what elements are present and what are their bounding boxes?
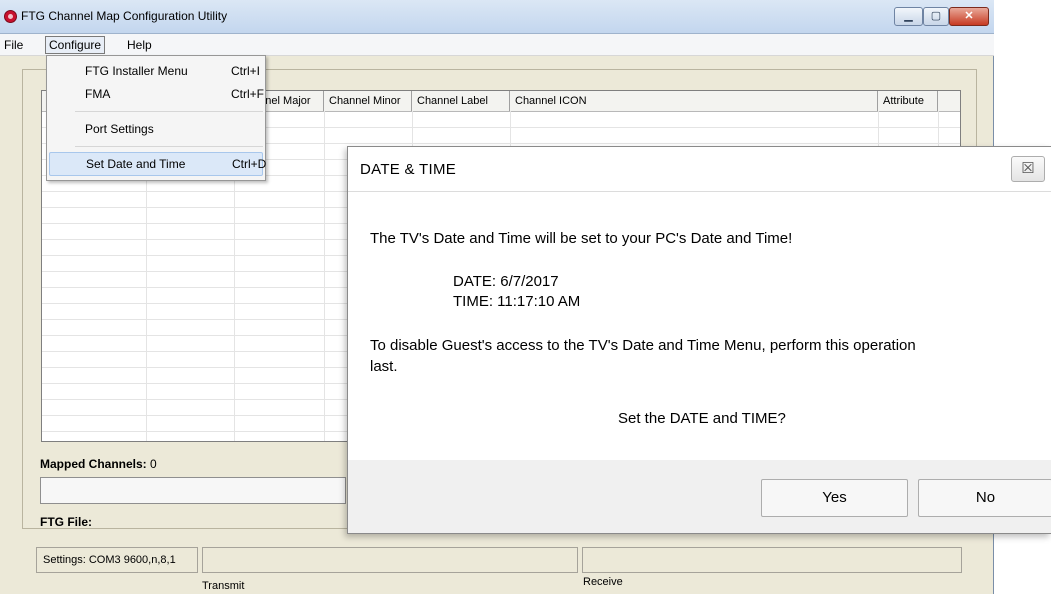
transmit-label: Transmit (202, 580, 245, 592)
menu-configure[interactable]: Configure (45, 36, 106, 54)
status-bar: Settings: COM3 9600,n,8,1 (36, 547, 962, 575)
menu-item-shortcut: Ctrl+I (231, 64, 261, 78)
menu-item-ftg-installer[interactable]: FTG Installer Menu Ctrl+I (49, 60, 263, 82)
lg-logo-icon (4, 10, 17, 23)
menu-item-label: FTG Installer Menu (85, 64, 188, 78)
column-header-channel-minor[interactable]: Channel Minor (324, 91, 412, 111)
receive-label: Receive (583, 576, 623, 588)
dialog-question: Set the DATE and TIME? (618, 410, 786, 427)
configure-dropdown-menu: FTG Installer Menu Ctrl+I FMA Ctrl+F Por… (46, 55, 266, 181)
maximize-button[interactable]: ▢ (923, 7, 949, 26)
date-time-dialog: DATE & TIME ☒ The TV's Date and Time wil… (347, 146, 1051, 534)
ftg-file-label: FTG File: (40, 515, 92, 529)
menu-file[interactable]: File (4, 38, 23, 52)
status-receive (582, 547, 962, 573)
dialog-message: The TV's Date and Time will be set to yo… (370, 230, 793, 247)
mapped-channels-field (40, 477, 346, 504)
dialog-date: DATE: 6/7/2017 (453, 273, 559, 290)
menu-item-label: Port Settings (85, 122, 154, 136)
status-transmit (202, 547, 578, 573)
yes-button[interactable]: Yes (761, 479, 908, 517)
column-header-channel-icon[interactable]: Channel ICON (510, 91, 878, 111)
grid-line (324, 111, 325, 441)
dialog-note-line-2: last. (370, 358, 398, 375)
menu-item-port-settings[interactable]: Port Settings (49, 118, 263, 140)
mapped-channels-label: Mapped Channels: 0 (40, 457, 157, 471)
close-button[interactable]: ✕ (949, 7, 989, 26)
window-title: FTG Channel Map Configuration Utility (21, 9, 228, 23)
dialog-note-line-1: To disable Guest's access to the TV's Da… (370, 337, 916, 354)
mapped-channels-count: 0 (150, 457, 157, 471)
dialog-title-bar[interactable]: DATE & TIME ☒ (348, 147, 1051, 192)
column-header-attribute[interactable]: Attribute (878, 91, 938, 111)
minimize-button[interactable]: ▁ (894, 7, 923, 26)
mapped-channels-title: Mapped Channels: (40, 457, 147, 471)
menu-item-shortcut: Ctrl+F (231, 87, 264, 101)
menu-item-label: Set Date and Time (86, 157, 186, 171)
dialog-time: TIME: 11:17:10 AM (453, 293, 581, 310)
status-settings: Settings: COM3 9600,n,8,1 (36, 547, 198, 573)
dialog-title: DATE & TIME (360, 161, 457, 178)
menu-item-fma[interactable]: FMA Ctrl+F (49, 83, 264, 105)
menu-separator (75, 146, 263, 147)
menu-item-shortcut: Ctrl+D (232, 157, 267, 171)
menu-item-set-date-time[interactable]: Set Date and Time Ctrl+D (49, 152, 267, 176)
title-bar[interactable]: FTG Channel Map Configuration Utility ▁ … (0, 0, 994, 34)
dialog-close-button[interactable]: ☒ (1011, 156, 1045, 182)
no-button[interactable]: No (918, 479, 1051, 517)
menu-separator (75, 111, 263, 112)
column-header-channel-label[interactable]: Channel Label (412, 91, 510, 111)
menu-item-label: FMA (85, 87, 111, 101)
menu-help[interactable]: Help (127, 38, 152, 52)
